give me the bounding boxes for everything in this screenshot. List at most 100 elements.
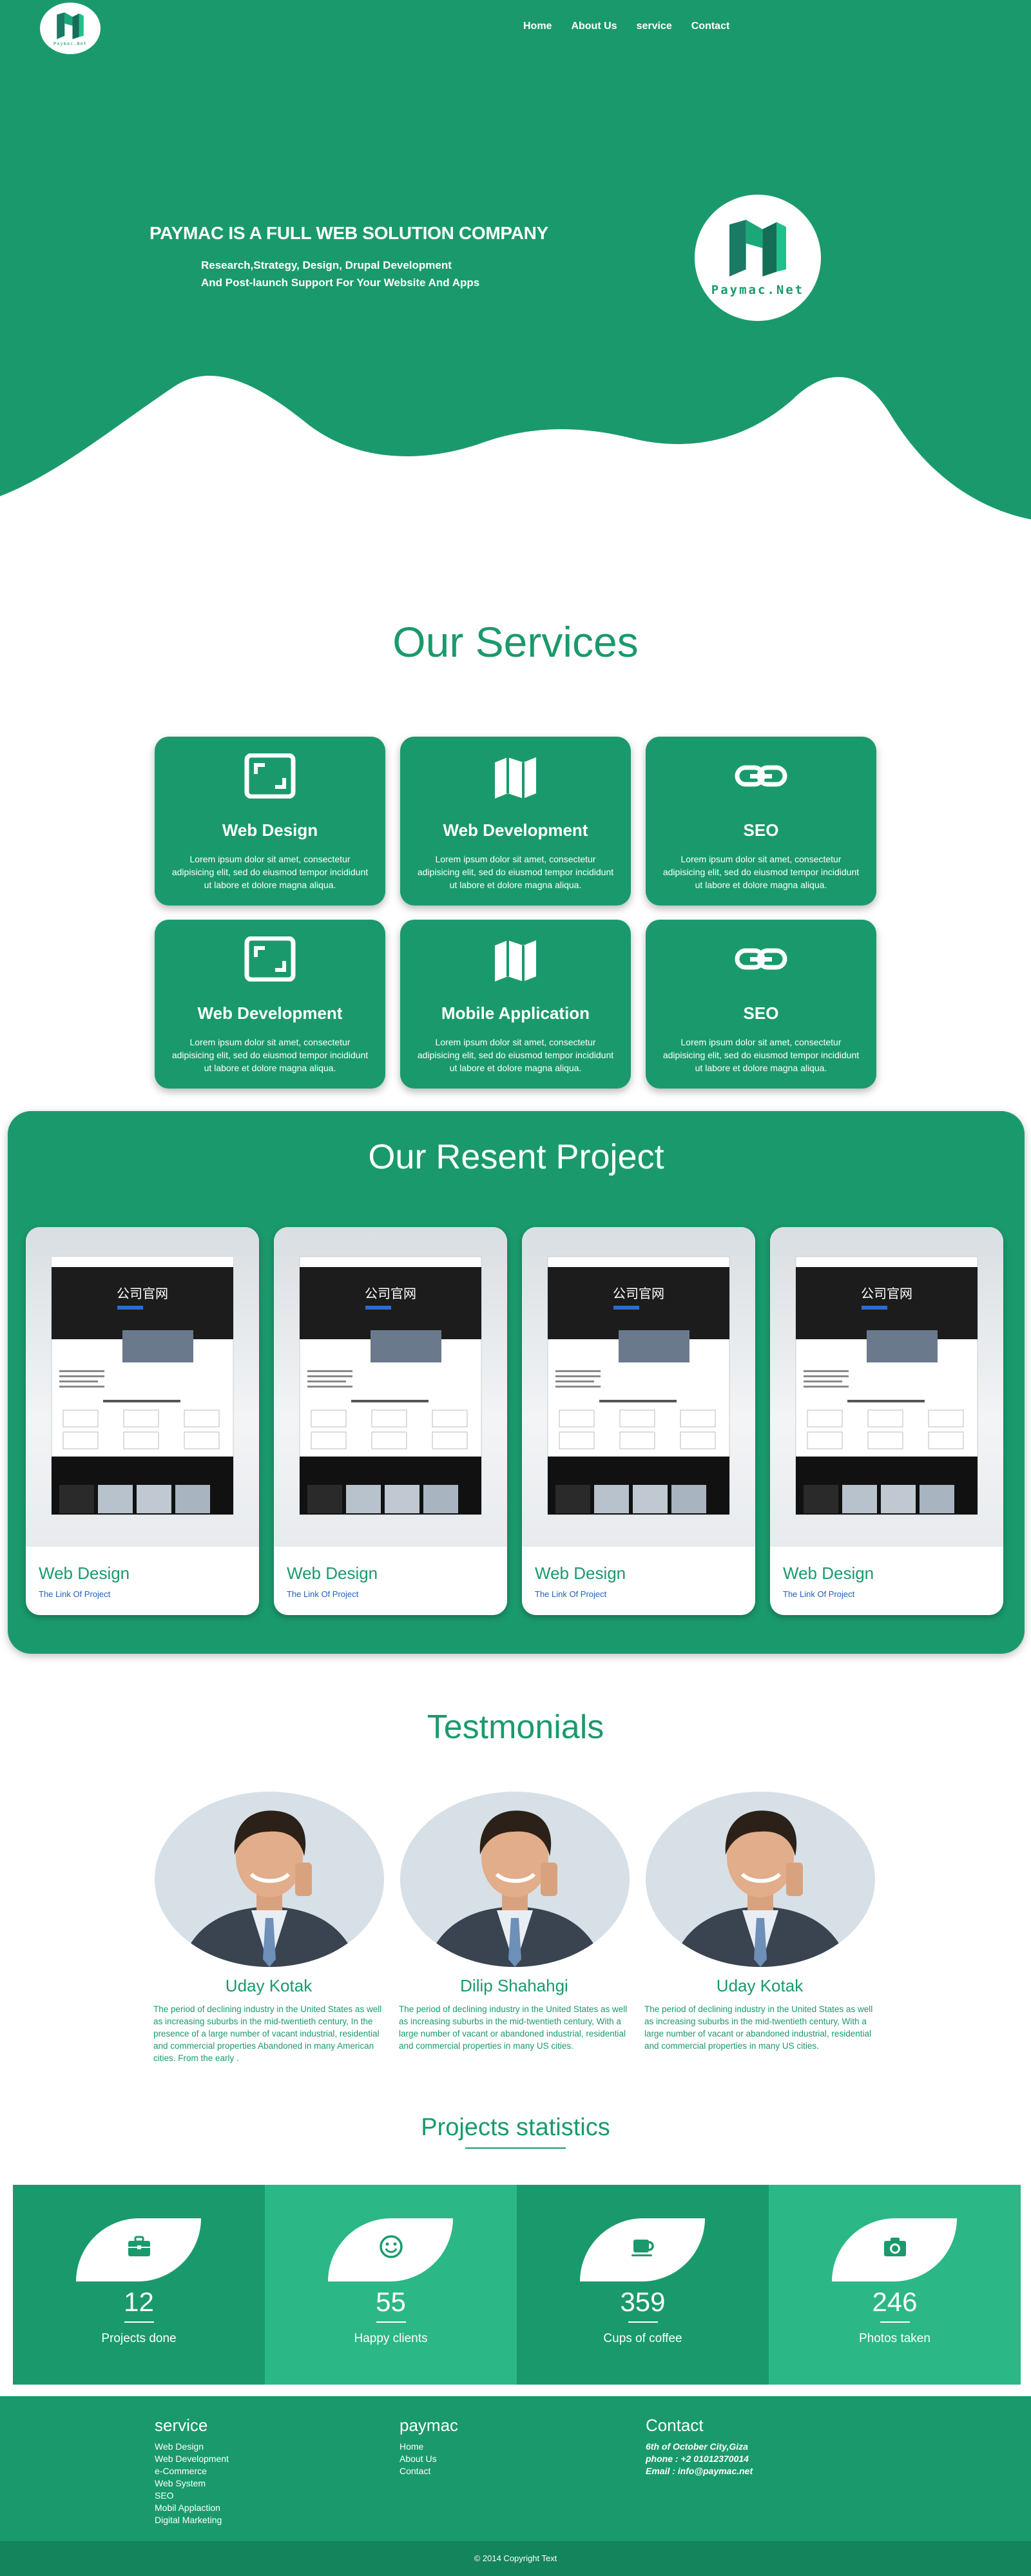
- projects-section: Our Resent Project 公司官网 Web Design The L…: [8, 1111, 1025, 1654]
- hero-subtitle: Research,Strategy, Design, Drupal Develo…: [201, 257, 479, 291]
- testimonial-name: Uday Kotak: [716, 1976, 804, 1995]
- service-text: Lorem ipsum dolor sit amet, consectetur …: [171, 854, 369, 890]
- stat-coffee: 359 Cups of coffee: [517, 2185, 769, 2385]
- stat-photos: 246 Photos taken: [769, 2185, 1021, 2385]
- service-card[interactable]: Web Development Lorem ipsum dolor sit am…: [155, 920, 385, 1089]
- project-card[interactable]: 公司官网 Web Design The Link Of Project: [522, 1227, 755, 1615]
- stat-value: 55: [376, 2287, 406, 2317]
- projects-heading: Our Resent Project: [368, 1138, 664, 1176]
- camera-icon: [884, 2238, 906, 2256]
- project-title: Web Design: [287, 1564, 378, 1583]
- hero-subtitle-line-2: And Post-launch Support For Your Website…: [201, 276, 480, 289]
- stat-value: 359: [620, 2287, 666, 2317]
- stat-value: 12: [124, 2287, 154, 2317]
- screenshot-title: 公司官网: [861, 1286, 912, 1301]
- screenshot-title: 公司官网: [117, 1286, 168, 1301]
- service-title: Mobile Application: [441, 1003, 590, 1023]
- service-text: Lorem ipsum dolor sit amet, consectetur …: [662, 1037, 860, 1073]
- service-card[interactable]: Web Design Lorem ipsum dolor sit amet, c…: [155, 737, 385, 905]
- smile-icon: [380, 2235, 403, 2258]
- frame-icon: [244, 753, 296, 799]
- footer-phone: phone : +2 01012370014: [646, 2454, 749, 2464]
- testimonial-quote: The period of declining industry in the …: [153, 2004, 382, 2063]
- footer-link[interactable]: Web Design: [155, 2441, 229, 2453]
- service-title: SEO: [743, 1003, 779, 1023]
- footer-contact-column: Contact 6th of October City,Giza phone :…: [646, 2416, 753, 2477]
- service-text: Lorem ipsum dolor sit amet, consectetur …: [171, 1037, 369, 1073]
- nav-service[interactable]: service: [637, 21, 672, 32]
- footer-link[interactable]: Digital Marketing: [155, 2514, 229, 2526]
- footer-link[interactable]: SEO: [155, 2490, 229, 2502]
- footer-link[interactable]: e-Commerce: [155, 2465, 229, 2477]
- testimonials-heading: Testmonials: [427, 1709, 604, 1746]
- service-text: Lorem ipsum dolor sit amet, consectetur …: [417, 854, 614, 890]
- project-screenshot: 公司官网: [522, 1227, 755, 1547]
- service-card[interactable]: SEO Lorem ipsum dolor sit amet, consecte…: [646, 737, 876, 905]
- footer-email[interactable]: Email : info@paymac.net: [646, 2465, 753, 2477]
- screenshot-title: 公司官网: [365, 1286, 416, 1301]
- stat-label: Photos taken: [859, 2332, 930, 2345]
- stats-heading: Projects statistics: [421, 2114, 610, 2141]
- testimonial-photo: [646, 1792, 875, 1967]
- logo-text: Paymac.Net: [53, 41, 88, 46]
- footer-link[interactable]: Contact: [400, 2465, 458, 2477]
- main-nav: Home About Us service Contact: [523, 21, 729, 32]
- footer-link[interactable]: Home: [400, 2441, 458, 2453]
- footer-link[interactable]: Web Development: [155, 2453, 229, 2465]
- testimonial-photo: [155, 1792, 384, 1967]
- service-card[interactable]: Web Development Lorem ipsum dolor sit am…: [400, 737, 631, 905]
- footer-link[interactable]: Web System: [155, 2477, 229, 2490]
- coffee-icon: [631, 2240, 654, 2256]
- nav-contact[interactable]: Contact: [691, 21, 730, 32]
- nav-about-us[interactable]: About Us: [571, 21, 617, 32]
- copyright-bar: © 2014 Copyright Text: [0, 2541, 1031, 2576]
- project-screenshot: 公司官网: [770, 1227, 1003, 1547]
- link-icon: [735, 765, 787, 787]
- testimonial-name: Dilip Shahahgi: [460, 1976, 568, 1995]
- header-logo[interactable]: Paymac.Net: [40, 3, 101, 54]
- project-link[interactable]: The Link Of Project: [783, 1589, 854, 1599]
- service-card[interactable]: Mobile Application Lorem ipsum dolor sit…: [400, 920, 631, 1089]
- footer-address: 6th of October City,Giza: [646, 2441, 748, 2452]
- map-icon: [495, 757, 536, 799]
- screenshot-title: 公司官网: [613, 1286, 664, 1301]
- project-title: Web Design: [39, 1564, 130, 1583]
- footer-link[interactable]: About Us: [400, 2453, 458, 2465]
- service-title: Web Development: [443, 820, 588, 840]
- stats-heading-underline: [465, 2147, 566, 2149]
- project-link[interactable]: The Link Of Project: [287, 1589, 358, 1599]
- project-link[interactable]: The Link Of Project: [535, 1589, 606, 1599]
- link-icon: [735, 948, 787, 970]
- testimonial-photo: [400, 1792, 630, 1967]
- stat-label: Projects done: [101, 2332, 177, 2345]
- service-text: Lorem ipsum dolor sit amet, consectetur …: [662, 854, 860, 890]
- stat-projects: 12 Projects done: [13, 2185, 265, 2385]
- testimonial-quote: The period of declining industry in the …: [399, 2004, 628, 2051]
- project-title: Web Design: [535, 1564, 626, 1583]
- footer-link[interactable]: Mobil Applaction: [155, 2502, 229, 2514]
- nav-home[interactable]: Home: [523, 21, 552, 32]
- service-title: Web Design: [222, 820, 318, 840]
- paymac-logo-mark: [729, 220, 786, 276]
- footer-contact-heading: Contact: [646, 2416, 704, 2435]
- hero-subtitle-line-1: Research,Strategy, Design, Drupal Develo…: [201, 259, 452, 271]
- project-card[interactable]: 公司官网 Web Design The Link Of Project: [770, 1227, 1003, 1615]
- footer-paymac-heading: paymac: [400, 2416, 459, 2435]
- hero-title: PAYMAC IS A FULL WEB SOLUTION COMPANY: [149, 223, 548, 243]
- service-text: Lorem ipsum dolor sit amet, consectetur …: [417, 1037, 614, 1073]
- footer-service-column: service Web Design Web Development e-Com…: [155, 2416, 229, 2526]
- testimonial-quote: The period of declining industry in the …: [644, 2004, 873, 2051]
- project-link[interactable]: The Link Of Project: [39, 1589, 110, 1599]
- services-heading: Our Services: [392, 618, 639, 666]
- project-card[interactable]: 公司官网 Web Design The Link Of Project: [274, 1227, 507, 1615]
- project-card[interactable]: 公司官网 Web Design The Link Of Project: [26, 1227, 259, 1615]
- hero-section: Paymac.Net Home About Us service Contact…: [0, 0, 1031, 567]
- logo-text: Paymac.Net: [711, 283, 805, 297]
- service-title: Web Development: [197, 1003, 343, 1023]
- paymac-logo-mark: [57, 12, 84, 39]
- stat-label: Happy clients: [354, 2332, 428, 2345]
- footer: service Web Design Web Development e-Com…: [0, 2396, 1031, 2541]
- service-card[interactable]: SEO Lorem ipsum dolor sit amet, consecte…: [646, 920, 876, 1089]
- frame-icon: [244, 936, 296, 982]
- briefcase-icon: [128, 2236, 150, 2256]
